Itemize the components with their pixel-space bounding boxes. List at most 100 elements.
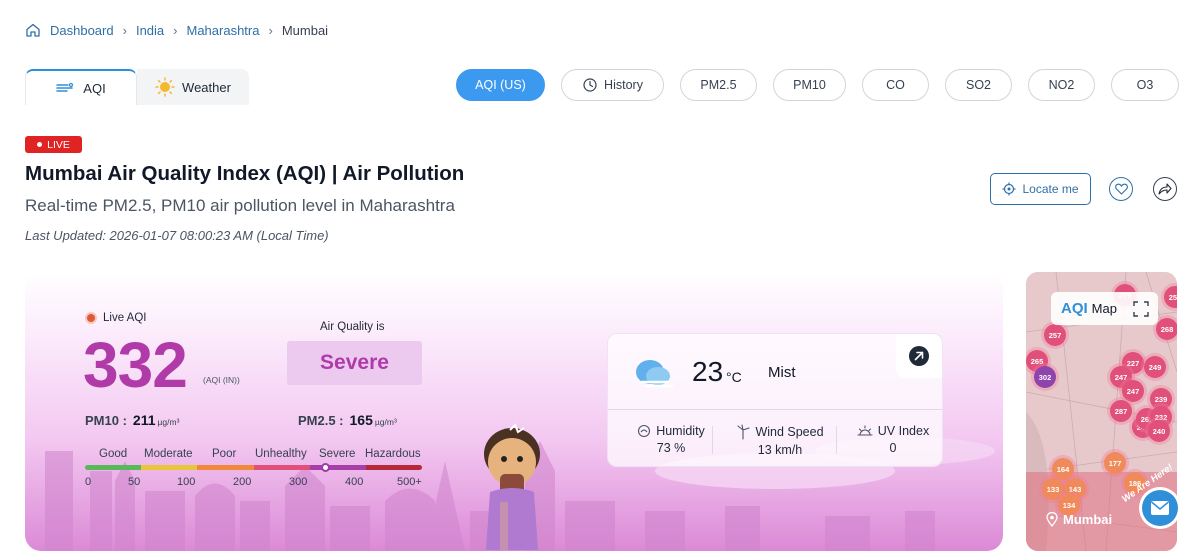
breadcrumb-dashboard[interactable]: Dashboard [50,23,114,38]
weather-condition: Mist [768,364,796,381]
uv-index-label: UV Index [877,424,930,438]
aqi-logo: AQI [1061,300,1088,317]
pill-label: CO [886,78,905,92]
weather-expand-button[interactable] [896,334,942,378]
uv-sun-icon [857,425,873,436]
pm25-label: PM2.5 : [298,413,344,428]
scale-category: Hazardous [365,448,421,460]
live-badge-label: LIVE [47,138,70,151]
pill-label: History [604,78,643,92]
pill-pm10[interactable]: PM10 [773,69,846,101]
humidity-stat: Humidity 73 % [626,424,716,455]
pill-no2[interactable]: NO2 [1028,69,1095,101]
map-header[interactable]: AQI Map [1051,292,1158,325]
scale-tick: 100 [177,476,196,488]
scale-tick: 200 [233,476,252,488]
map-marker[interactable]: 302 [1034,366,1056,388]
fullscreen-icon[interactable] [1133,300,1149,317]
map-marker[interactable]: 268 [1156,318,1177,340]
scale-segment [85,465,142,470]
pm25-unit: µg/m³ [374,417,397,427]
live-aqi-text: Live AQI [103,312,147,324]
pill-so2[interactable]: SO2 [945,69,1012,101]
locate-me-label: Locate me [1022,182,1079,196]
temperature-value: 23 [692,356,724,387]
map-marker[interactable]: 164 [1052,458,1074,480]
crosshair-icon [1002,182,1016,196]
scale-segment [141,465,198,470]
pm25-reading: PM2.5 : 165 µg/m³ [298,412,397,428]
pm10-value: 211 [132,412,156,428]
map-title: Map [1091,301,1117,316]
map-marker[interactable]: 257 [1044,324,1066,346]
chevron-right-icon: › [268,22,273,38]
scale-category: Unhealthy [255,448,307,460]
wind-speed-value: 13 km/h [757,443,803,457]
map-marker[interactable]: 240 [1148,420,1170,442]
map-location: Mumbai [1046,512,1112,527]
locate-me-button[interactable]: Locate me [990,173,1091,205]
stat-divider [836,426,837,454]
scale-segment [309,465,366,470]
aqi-card: Live AQI 332 (AQI (IN)) Air Quality is S… [25,272,1003,551]
map-marker[interactable]: 177 [1104,452,1126,474]
scale-tick: 400 [345,476,364,488]
map-marker[interactable]: 287 [1110,400,1132,422]
page-title: Mumbai Air Quality Index (AQI) | Air Pol… [25,162,465,185]
heart-icon [1114,183,1128,195]
pill-o3[interactable]: O3 [1111,69,1179,101]
scale-category: Good [99,448,128,460]
scale-tick: 50 [128,476,141,488]
pm10-reading: PM10 : 211 µg/m³ [85,412,179,428]
breadcrumb-india[interactable]: India [136,23,164,38]
weather-divider [608,409,942,410]
live-record-icon [85,312,97,324]
air-quality-status: Severe [287,341,422,385]
home-icon[interactable] [25,22,41,38]
uv-index-value: 0 [889,441,897,455]
aqi-scale-label: (AQI (IN)) [203,375,240,385]
pill-label: SO2 [965,78,991,92]
pill-label: O3 [1136,78,1154,92]
temperature-unit: °C [726,369,742,385]
tab-aqi[interactable]: AQI [25,69,137,105]
wind-lines-icon [56,82,74,92]
tab-weather[interactable]: Weather [137,69,249,105]
stat-divider [712,426,713,454]
sun-icon [155,77,175,97]
breadcrumb: Dashboard › India › Maharashtra › Mumbai [25,22,328,38]
mail-icon [1151,501,1169,515]
pm10-label: PM10 : [85,413,127,428]
humidity-icon [638,424,651,438]
last-updated: Last Updated: 2026-01-07 08:00:23 AM (Lo… [25,228,329,243]
wind-speed-label: Wind Speed [755,425,824,439]
humidity-label: Humidity [656,424,705,438]
arrow-up-right-icon [909,346,929,366]
live-badge: LIVE [25,136,82,153]
wind-turbine-icon [737,424,750,440]
map-marker[interactable]: 249 [1144,356,1166,378]
map-marker[interactable]: 247 [1122,380,1144,402]
tab-weather-label: Weather [182,79,231,95]
chevron-right-icon: › [173,22,178,38]
chat-button[interactable] [1142,490,1178,526]
pollutant-pills: AQI (US) History PM2.5 PM10 CO SO2 NO2 O… [456,69,1179,101]
aqi-value: 332 [83,329,188,401]
pill-aqi-us[interactable]: AQI (US) [456,69,545,101]
scale-segment [197,465,254,470]
scale-category: Severe [319,448,356,460]
breadcrumb-maharashtra[interactable]: Maharashtra [187,23,260,38]
pill-history[interactable]: History [561,69,664,101]
pill-co[interactable]: CO [862,69,929,101]
scale-segment [365,465,422,470]
mist-icon [636,360,674,388]
uv-index-stat: UV Index 0 [848,424,938,455]
character-illustration [484,423,540,550]
favorite-button[interactable] [1109,177,1133,201]
pill-pm25[interactable]: PM2.5 [680,69,757,101]
map-location-label: Mumbai [1063,512,1113,527]
pill-label: AQI (US) [475,78,526,92]
share-button[interactable] [1153,177,1177,201]
share-icon [1158,183,1172,195]
tab-aqi-label: AQI [83,80,106,96]
